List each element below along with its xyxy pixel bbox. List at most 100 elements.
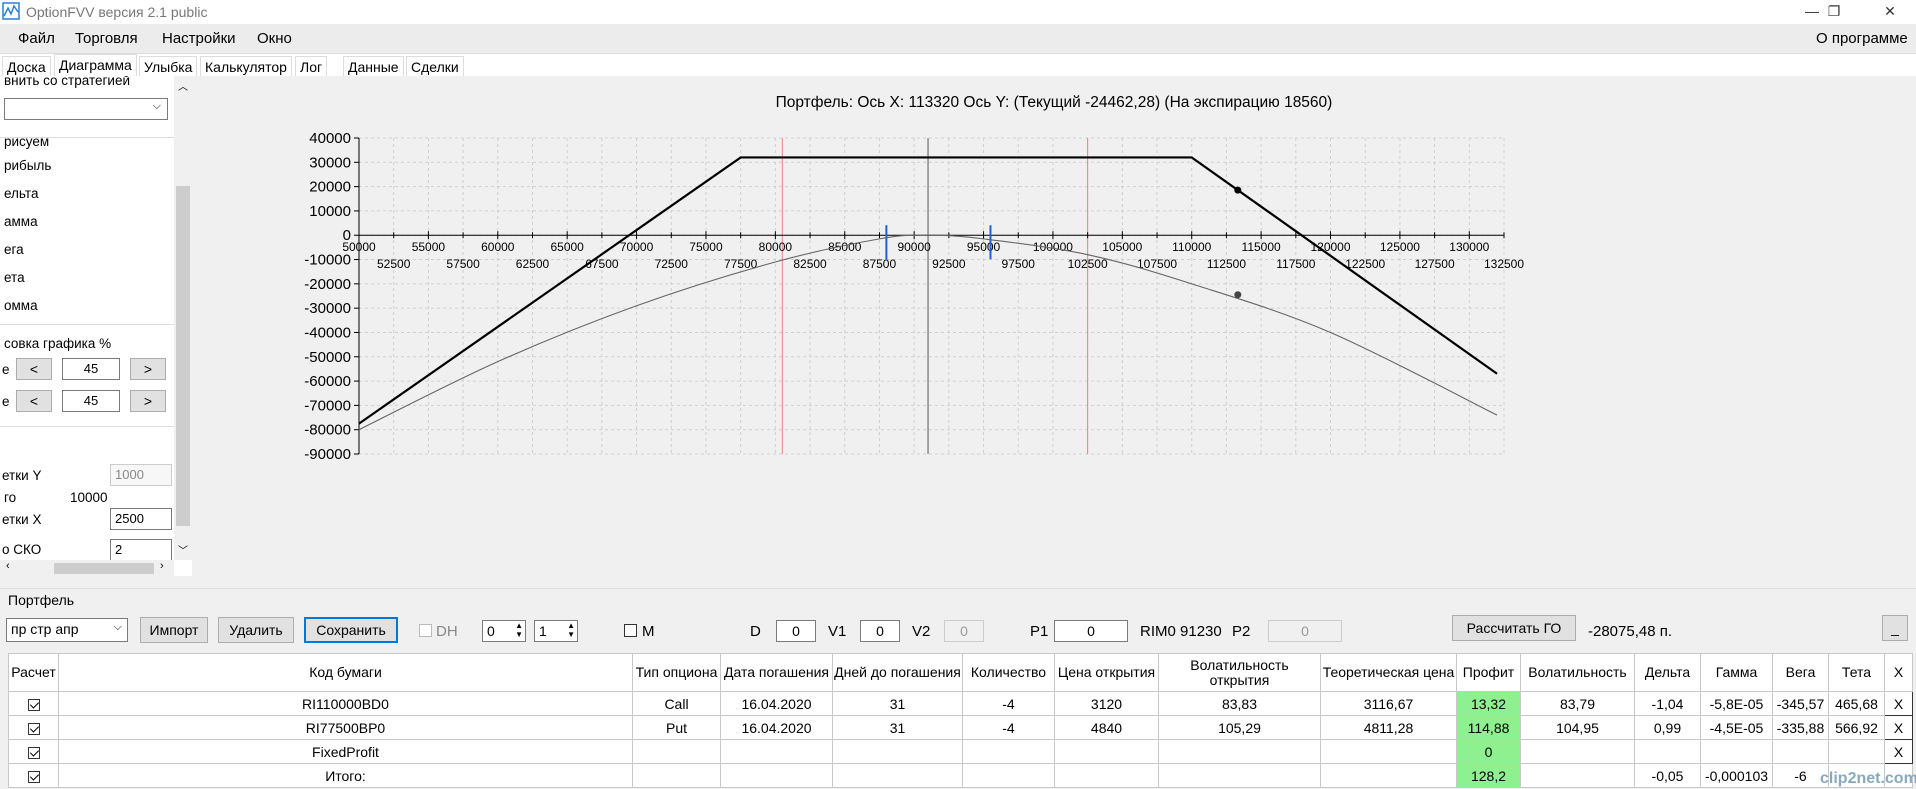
tab-board[interactable]: Доска xyxy=(2,56,51,76)
column-header[interactable]: Профит xyxy=(1456,653,1521,692)
x-tick-label: 80000 xyxy=(759,240,793,254)
scale-row1-decrease-button[interactable]: < xyxy=(16,358,52,380)
grid-y-label: етки Y xyxy=(2,468,42,483)
dh-checkbox[interactable] xyxy=(419,624,432,637)
table-cell: 465,68 xyxy=(1828,691,1885,716)
chevron-up-icon[interactable]: ︿ xyxy=(178,78,188,93)
option-profit[interactable]: рибыль xyxy=(4,158,51,173)
remove-row-button[interactable]: X xyxy=(1884,691,1913,716)
spin2-input[interactable]: 1 ▲ ▼ xyxy=(534,620,578,642)
collapse-button[interactable]: _ xyxy=(1882,615,1908,641)
column-header[interactable]: Вега xyxy=(1772,653,1829,692)
remove-row-button[interactable]: X xyxy=(1884,739,1913,764)
scale-row2-increase-button[interactable]: > xyxy=(130,390,166,412)
option-vomma[interactable]: омма xyxy=(4,298,38,313)
column-header[interactable]: Количество xyxy=(962,653,1055,692)
d-input[interactable]: 0 xyxy=(776,620,816,642)
option-delta[interactable]: ельта xyxy=(4,186,38,201)
draw-label: рисуем xyxy=(4,134,50,149)
x-tick-label: 110000 xyxy=(1172,240,1211,254)
column-header[interactable]: Дата погашения xyxy=(720,653,833,692)
tab-smile[interactable]: Улыбка xyxy=(139,56,198,76)
scale-row1-increase-button[interactable]: > xyxy=(130,358,166,380)
table-row[interactable]: Итого: 128,2 -0,05 -0,000103 -6 xyxy=(8,763,1913,788)
column-header[interactable]: Код бумаги xyxy=(58,653,633,692)
checkbox-checked-icon[interactable] xyxy=(27,698,40,711)
calc-checkbox[interactable] xyxy=(8,715,59,740)
calc-checkbox[interactable] xyxy=(8,763,59,788)
p1-input[interactable]: 0 xyxy=(1054,620,1128,642)
checkbox-checked-icon[interactable] xyxy=(27,770,40,783)
spinner-arrows-icon[interactable]: ▲ ▼ xyxy=(515,621,523,639)
compare-strategy-select[interactable]: ⌵ xyxy=(4,98,168,120)
scale-row2-input[interactable]: 45 xyxy=(62,390,120,412)
column-header[interactable]: X xyxy=(1884,653,1913,692)
menu-about[interactable]: О программе xyxy=(1816,30,1908,47)
chevron-left-icon[interactable]: ‹ xyxy=(6,560,10,572)
save-button[interactable]: Сохранить xyxy=(304,617,398,643)
table-row[interactable]: FixedProfit 0 X xyxy=(8,739,1913,764)
column-header[interactable]: Тип опциона xyxy=(632,653,721,692)
tab-calculator[interactable]: Калькулятор xyxy=(200,56,292,76)
menu-file[interactable]: Файл xyxy=(18,30,55,47)
v1-input[interactable]: 0 xyxy=(860,620,900,642)
import-button[interactable]: Импорт xyxy=(140,617,208,643)
tab-deals[interactable]: Сделки xyxy=(406,56,464,76)
tab-diagram[interactable]: Диаграмма xyxy=(54,54,137,76)
m-checkbox[interactable] xyxy=(624,624,637,637)
column-header[interactable]: Дней до погашения xyxy=(832,653,963,692)
left-panel-horizontal-scrollbar[interactable]: ‹ › xyxy=(0,560,174,576)
left-panel-vertical-scrollbar[interactable]: ︿ ﹀ xyxy=(174,76,192,560)
scale-row1-input[interactable]: 45 xyxy=(62,358,120,380)
table-row[interactable]: RI110000BD0 Call 16.04.2020 31 -4 3120 83,83 31… xyxy=(8,691,1913,716)
option-theta[interactable]: ета xyxy=(4,270,25,285)
table-row[interactable]: RI77500BP0 Put 16.04.2020 31 -4 4840 105,29 481… xyxy=(8,715,1913,740)
remove-row-button[interactable]: X xyxy=(1884,715,1913,740)
column-header[interactable]: Тета xyxy=(1828,653,1885,692)
strategy-select[interactable]: пр стр апр ⌵ xyxy=(6,618,128,642)
x-tick-label: 52500 xyxy=(377,257,411,271)
grid-x-input[interactable]: 2500 xyxy=(110,508,172,530)
menu-window[interactable]: Окно xyxy=(257,30,292,47)
x-tick-label: 117500 xyxy=(1276,257,1315,271)
chevron-down-icon: ⌵ xyxy=(113,621,122,633)
sko-input[interactable]: 2 xyxy=(110,539,172,561)
checkbox-checked-icon[interactable] xyxy=(27,746,40,759)
column-header[interactable]: Цена открытия xyxy=(1054,653,1159,692)
column-header[interactable]: Дельта xyxy=(1634,653,1701,692)
y-tick-label: -70000 xyxy=(304,397,351,414)
spinner-arrows-icon[interactable]: ▲ ▼ xyxy=(567,621,575,639)
table-cell xyxy=(1520,763,1635,788)
scale-row2-decrease-button[interactable]: < xyxy=(16,390,52,412)
spin1-input[interactable]: 0 ▲ ▼ xyxy=(482,620,526,642)
menu-trading[interactable]: Торговля xyxy=(75,30,138,47)
x-tick-label: 100000 xyxy=(1033,240,1073,254)
scrollbar-thumb[interactable] xyxy=(176,186,190,526)
checkbox-checked-icon[interactable] xyxy=(27,722,40,735)
calc-checkbox[interactable] xyxy=(8,691,59,716)
option-gamma[interactable]: амма xyxy=(4,214,38,229)
chevron-right-icon[interactable]: › xyxy=(160,560,164,572)
chevron-down-icon[interactable]: ﹀ xyxy=(178,542,188,557)
calculate-go-button[interactable]: Рассчитать ГО xyxy=(1452,615,1576,641)
table-cell: -4,5E-05 xyxy=(1700,715,1773,740)
column-header[interactable]: Расчет xyxy=(8,653,59,692)
table-cell: 83,83 xyxy=(1158,691,1321,716)
calc-checkbox[interactable] xyxy=(8,739,59,764)
delete-button[interactable]: Удалить xyxy=(218,617,294,643)
tab-data[interactable]: Данные xyxy=(343,56,404,76)
p1-label: P1 xyxy=(1030,623,1049,640)
column-header[interactable]: Теоретическая цена xyxy=(1320,653,1457,692)
column-header[interactable]: Гамма xyxy=(1700,653,1773,692)
profit-chart[interactable]: 400003000020000100000-10000-20000-30000-… xyxy=(192,76,1916,586)
close-button[interactable]: ✕ xyxy=(1868,0,1912,22)
option-vega[interactable]: ега xyxy=(4,242,24,257)
menu-settings[interactable]: Настройки xyxy=(162,30,236,47)
y-tick-label: -40000 xyxy=(304,324,351,341)
table-cell: -0,000103 xyxy=(1700,763,1773,788)
scrollbar-thumb[interactable] xyxy=(54,563,154,574)
column-header[interactable]: Волатильность открытия xyxy=(1158,653,1321,692)
tab-log[interactable]: Лог xyxy=(295,56,328,76)
maximize-button[interactable]: ❐ xyxy=(1812,0,1856,22)
column-header[interactable]: Волатильность xyxy=(1520,653,1635,692)
